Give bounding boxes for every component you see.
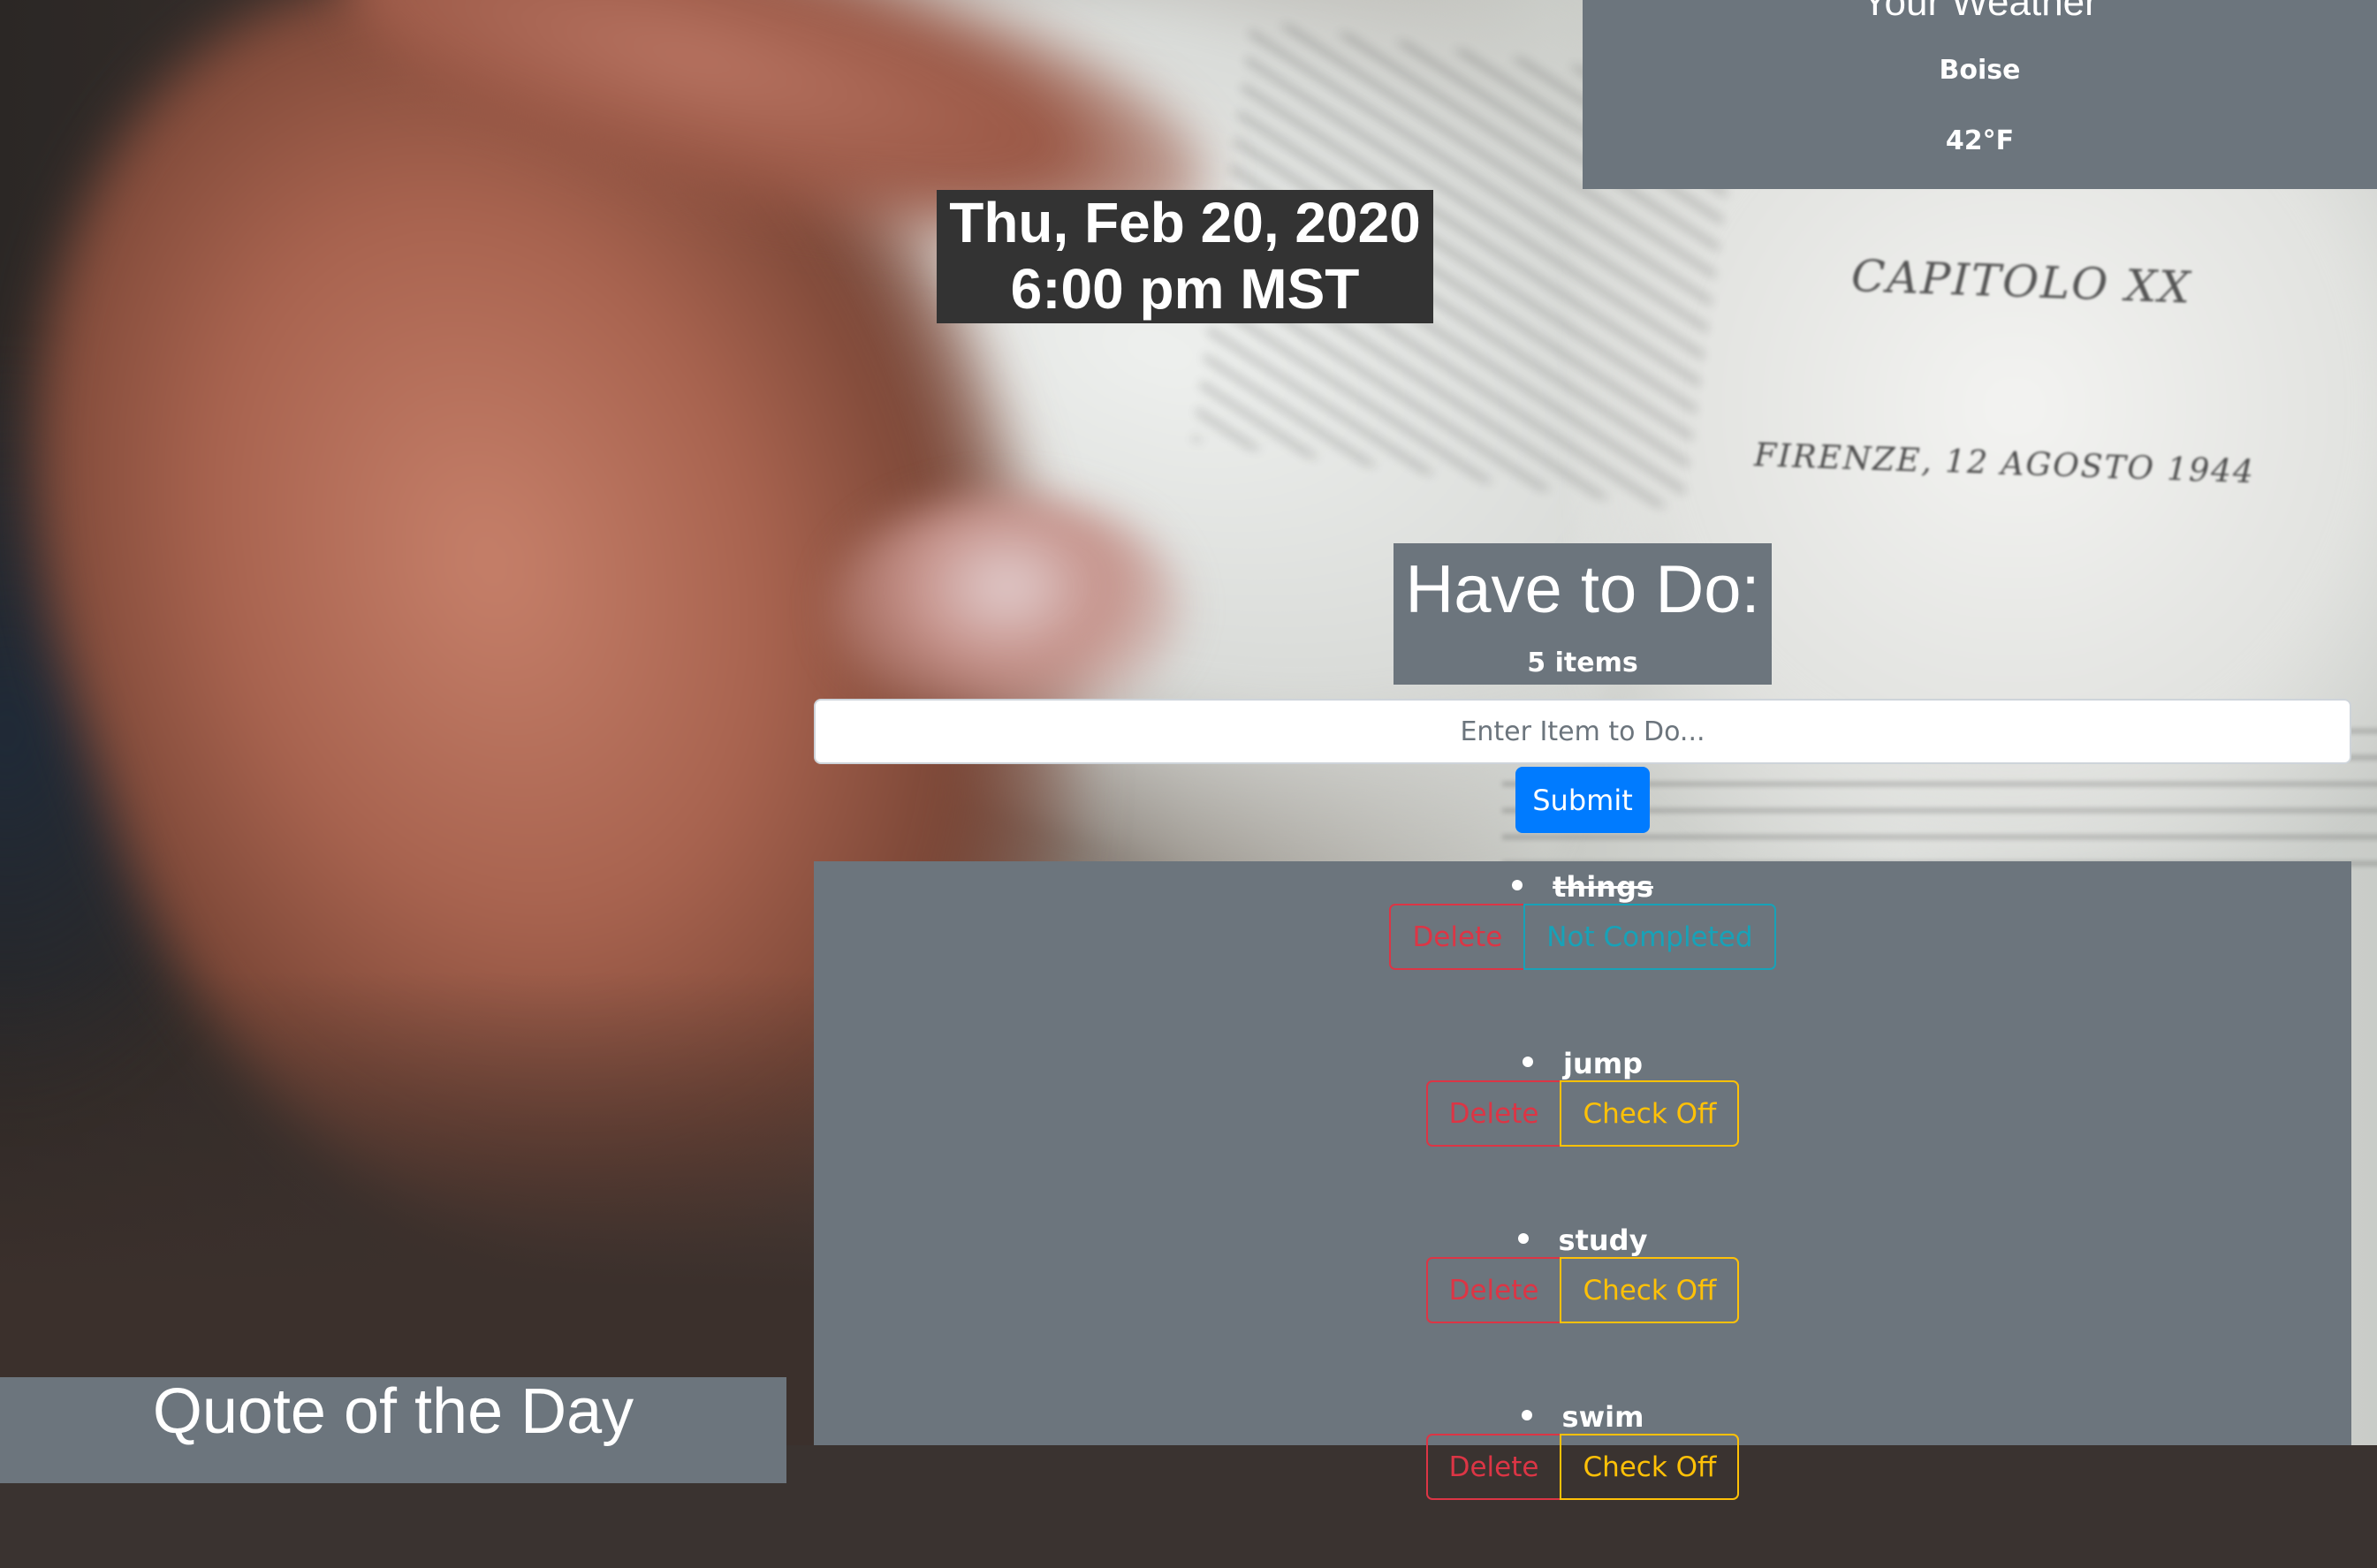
item-label: things [1553,870,1653,904]
check-off-button[interactable]: Check Off [1560,1257,1740,1323]
bullet-icon [1517,1233,1529,1244]
weather-title: Your Weather [1862,0,2098,24]
todo-title: Have to Do: [1405,552,1760,627]
date-text: Thu, Feb 20, 2020 [949,191,1421,254]
weather-temperature: 42°F [1945,125,2015,156]
item-label: jump [1563,1047,1643,1080]
not-completed-button[interactable]: Not Completed [1523,904,1776,970]
todo-list: things Delete Not Completed jump Delete Ch… [814,861,2351,1500]
bullet-icon [1512,880,1523,890]
bullet-icon [1523,1057,1533,1067]
quote-card: Quote of the Day [0,1376,786,1483]
check-off-button[interactable]: Check Off [1560,1434,1740,1500]
bullet-icon [1521,1410,1532,1420]
todo-item-count: 5 items [1527,648,1638,678]
delete-button[interactable]: Delete [1389,904,1526,970]
submit-button[interactable]: Submit [1515,767,1650,833]
list-item: study Delete Check Off [814,1215,2351,1391]
item-label: swim [1561,1400,1644,1434]
todo-input[interactable] [814,699,2351,764]
delete-button[interactable]: Delete [1425,1080,1562,1147]
list-item: swim Delete Check Off [814,1391,2351,1568]
item-label: study [1558,1223,1648,1257]
delete-button[interactable]: Delete [1425,1257,1562,1323]
time-text: 6:00 pm MST [1010,257,1360,321]
check-off-button[interactable]: Check Off [1560,1080,1740,1147]
weather-card: Your Weather Boise 42°F [1583,0,2377,189]
quote-title: Quote of the Day [152,1376,634,1447]
date-time-display: Thu, Feb 20, 2020 6:00 pm MST [937,190,1433,323]
list-item: jump Delete Check Off [814,1038,2351,1215]
todo-header: Have to Do: 5 items [1394,543,1772,685]
list-item: things Delete Not Completed [814,861,2351,1038]
weather-city: Boise [1939,55,2021,86]
delete-button[interactable]: Delete [1425,1434,1562,1500]
